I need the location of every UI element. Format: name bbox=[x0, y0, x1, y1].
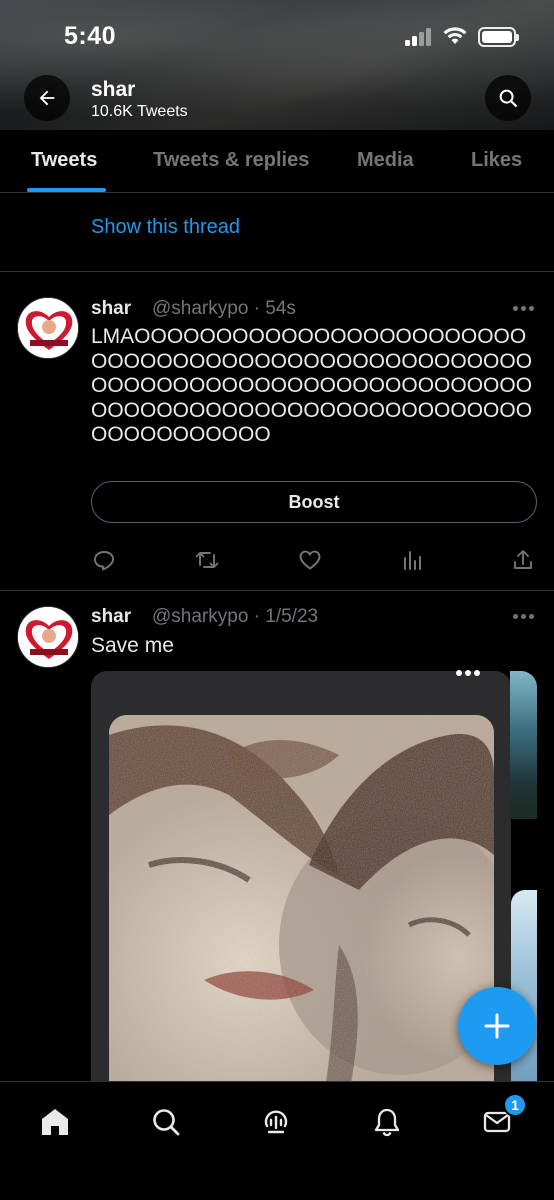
media-more-icon[interactable] bbox=[456, 670, 482, 678]
nav-spaces[interactable] bbox=[256, 1102, 296, 1142]
nav-notifications[interactable] bbox=[367, 1102, 407, 1142]
profile-name: shar bbox=[91, 78, 136, 101]
boost-button[interactable]: Boost bbox=[91, 481, 537, 523]
profile-tweet-count: 10.6K Tweets bbox=[91, 103, 188, 120]
reply-button[interactable] bbox=[91, 547, 117, 573]
messages-badge: 1 bbox=[503, 1093, 527, 1117]
profile-header-banner: 5:40 shar 10.6K Tweets bbox=[0, 0, 554, 130]
battery-icon bbox=[478, 27, 519, 47]
home-icon bbox=[42, 1109, 68, 1135]
show-thread-link[interactable]: Show this thread bbox=[91, 216, 240, 239]
tab-likes[interactable]: Likes bbox=[471, 149, 522, 172]
tab-tweets[interactable]: Tweets bbox=[31, 149, 97, 172]
nav-home[interactable] bbox=[35, 1102, 75, 1142]
avatar-heart-logo bbox=[18, 298, 78, 358]
status-bar: 5:40 bbox=[0, 0, 554, 72]
retweet-button[interactable] bbox=[194, 547, 220, 573]
cellular-signal-icon bbox=[405, 28, 435, 46]
tweet-text: LMAOOOOOOOOOOOOOOOOOOOOOOOOOOOOOOOOOOOOO… bbox=[91, 325, 533, 446]
active-tab-indicator bbox=[27, 188, 106, 192]
next-media-preview[interactable] bbox=[510, 671, 537, 819]
bottom-navigation bbox=[0, 1081, 554, 1200]
tweet-author-name[interactable]: shar bbox=[91, 298, 131, 320]
more-icon[interactable] bbox=[513, 306, 535, 312]
share-icon bbox=[514, 550, 532, 569]
compose-tweet-button[interactable] bbox=[458, 987, 536, 1065]
share-button[interactable] bbox=[510, 547, 536, 573]
tweet-meta: @sharkypo · 54s bbox=[152, 298, 296, 319]
nav-explore[interactable] bbox=[146, 1102, 186, 1142]
avatar[interactable] bbox=[17, 297, 79, 359]
tab-media[interactable]: Media bbox=[357, 149, 414, 172]
notifications-icon bbox=[374, 1108, 400, 1137]
search-icon bbox=[499, 89, 517, 107]
status-time: 5:40 bbox=[64, 22, 117, 50]
spaces-icon bbox=[264, 1110, 288, 1134]
back-arrow-icon bbox=[39, 90, 55, 106]
divider bbox=[0, 271, 554, 272]
wifi-icon bbox=[443, 27, 467, 44]
avatar[interactable] bbox=[17, 606, 79, 668]
reply-icon bbox=[94, 551, 114, 571]
explore-icon bbox=[153, 1109, 180, 1136]
tweet-text: Save me bbox=[91, 634, 174, 657]
views-icon bbox=[404, 551, 421, 570]
tab-tweets-and-replies[interactable]: Tweets & replies bbox=[153, 149, 309, 172]
more-icon[interactable] bbox=[513, 614, 535, 620]
tweet-media-image[interactable] bbox=[109, 715, 494, 1095]
like-icon bbox=[299, 550, 321, 570]
divider bbox=[0, 590, 554, 591]
like-button[interactable] bbox=[297, 547, 323, 573]
avatar-heart-logo bbox=[18, 607, 78, 667]
profile-tabs: Tweets Tweets & replies Media Likes bbox=[0, 130, 554, 193]
views-button[interactable] bbox=[400, 547, 426, 573]
retweet-icon bbox=[195, 552, 219, 568]
compose-plus-icon bbox=[484, 1013, 510, 1039]
back-button[interactable] bbox=[24, 75, 70, 121]
search-button[interactable] bbox=[485, 75, 531, 121]
tweet-author-name[interactable]: shar bbox=[91, 606, 131, 628]
tweet-meta: @sharkypo · 1/5/23 bbox=[152, 606, 319, 627]
